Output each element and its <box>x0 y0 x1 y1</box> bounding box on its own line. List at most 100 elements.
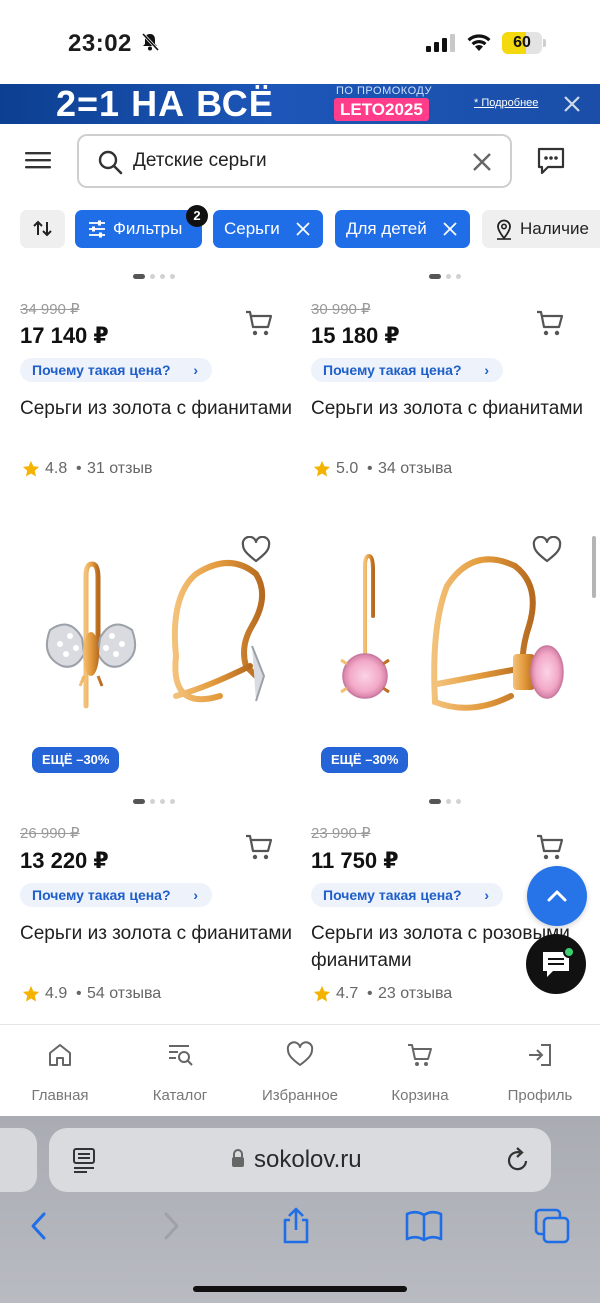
availability-button[interactable]: Наличие <box>482 210 600 248</box>
chip-earrings[interactable]: Серьги <box>213 210 323 248</box>
rating-separator: • <box>367 985 373 1002</box>
product-name[interactable]: Серьги из золота с фианитами <box>20 920 300 947</box>
chat-bubble-icon[interactable] <box>536 146 566 176</box>
reviews-count[interactable]: 34 отзыва <box>378 460 452 478</box>
search-input[interactable] <box>133 144 453 178</box>
online-indicator <box>563 946 575 958</box>
share-icon[interactable] <box>276 1206 316 1246</box>
rating-value: 4.7 <box>336 985 359 1002</box>
tabs-icon[interactable] <box>532 1206 572 1246</box>
support-chat-button[interactable] <box>526 934 586 994</box>
menu-icon[interactable] <box>24 148 52 172</box>
previous-tab[interactable] <box>0 1128 37 1192</box>
nav-label: Корзина <box>391 1087 449 1104</box>
remove-chip-icon[interactable] <box>442 221 458 237</box>
back-icon[interactable] <box>20 1206 60 1246</box>
why-price-button[interactable]: Почему такая цена? › <box>20 358 212 382</box>
scrollbar-thumb[interactable] <box>592 536 596 598</box>
rating-separator: • <box>367 460 373 477</box>
product-card[interactable]: 30 990 ₽ 15 180 ₽ Почему такая цена? › Се… <box>311 264 591 504</box>
forward-icon[interactable] <box>150 1206 190 1246</box>
sliders-icon <box>89 220 105 238</box>
discount-badge: ЕЩЁ –30% <box>32 747 120 773</box>
chip-label: Для детей <box>346 219 427 238</box>
signal-icon <box>426 34 455 52</box>
home-icon <box>49 1044 71 1066</box>
promo-subtitle: ПО ПРОМОКОДУ <box>336 85 432 97</box>
clear-search-icon[interactable] <box>469 149 495 175</box>
promo-code: LETO2025 <box>334 98 429 121</box>
add-to-cart-icon[interactable] <box>535 308 565 338</box>
add-to-cart-icon[interactable] <box>244 308 274 338</box>
filters-button[interactable]: Фильтры <box>75 210 202 248</box>
chevron-right-icon: › <box>484 362 489 378</box>
product-name[interactable]: Серьги из золота с фианитами <box>311 395 591 422</box>
old-price: 30 990 ₽ <box>311 301 371 318</box>
price: 15 180 ₽ <box>311 323 400 348</box>
nav-cart[interactable]: Корзина <box>360 1039 480 1105</box>
product-grid: 34 990 ₽ 17 140 ₽ Почему такая цена? › Се… <box>0 264 600 1026</box>
product-card[interactable]: 34 990 ₽ 17 140 ₽ Почему такая цена? › Се… <box>20 264 300 504</box>
filters-count-badge: 2 <box>186 205 208 227</box>
heart-icon[interactable] <box>532 536 562 564</box>
add-to-cart-icon[interactable] <box>244 832 274 862</box>
nav-favorites[interactable]: Избранное <box>240 1039 360 1105</box>
price: 17 140 ₽ <box>20 323 109 348</box>
why-price-button[interactable]: Почему такая цена? › <box>311 883 503 907</box>
location-pin-icon <box>497 219 511 240</box>
rating-value: 5.0 <box>336 460 359 477</box>
rating-value: 4.8 <box>45 460 68 477</box>
sort-arrows-icon <box>33 220 52 237</box>
star-icon <box>313 460 331 477</box>
why-price-label: Почему такая цена? <box>323 362 462 378</box>
nav-profile[interactable]: Профиль <box>480 1039 600 1105</box>
star-icon <box>22 460 40 477</box>
nav-catalog[interactable]: Каталог <box>120 1039 240 1105</box>
why-price-label: Почему такая цена? <box>32 887 171 903</box>
search-box[interactable] <box>77 134 512 188</box>
catalog-search-icon <box>169 1045 193 1066</box>
remove-chip-icon[interactable] <box>295 221 311 237</box>
chip-for-kids[interactable]: Для детей <box>335 210 470 248</box>
promo-title: 2=1 НА ВСЁ <box>56 84 274 124</box>
product-card[interactable]: ЕЩЁ –30% 26 990 ₽ 13 220 ₽ Почему такая … <box>20 526 300 1026</box>
why-price-button[interactable]: Почему такая цена? › <box>20 883 212 907</box>
chevron-up-icon <box>547 890 567 902</box>
reader-mode-icon[interactable] <box>71 1146 97 1174</box>
filters-label: Фильтры <box>113 219 183 238</box>
status-bar: 23:02 60 <box>0 0 600 84</box>
why-price-button[interactable]: Почему такая цена? › <box>311 358 503 382</box>
product-name[interactable]: Серьги из золота с фианитами <box>20 395 300 422</box>
sort-button[interactable] <box>20 210 65 248</box>
star-icon <box>313 985 331 1002</box>
promo-banner[interactable]: 2=1 НА ВСЁ ПО ПРОМОКОДУ LETO2025 * Подро… <box>0 84 600 124</box>
promo-more-link[interactable]: * Подробнее <box>474 97 538 109</box>
browser-toolbar: sokolov.ru <box>0 1116 600 1303</box>
nav-home[interactable]: Главная <box>0 1039 120 1105</box>
why-price-label: Почему такая цена? <box>32 362 171 378</box>
availability-label: Наличие <box>520 219 589 238</box>
reviews-count[interactable]: 23 отзыва <box>378 985 452 1003</box>
bookmarks-icon[interactable] <box>404 1206 444 1246</box>
star-icon <box>22 985 40 1002</box>
nav-label: Избранное <box>261 1087 339 1104</box>
scroll-to-top-button[interactable] <box>527 866 587 926</box>
rating-separator: • <box>76 460 82 477</box>
why-price-label: Почему такая цена? <box>323 887 462 903</box>
close-icon[interactable] <box>560 92 584 116</box>
chat-icon <box>543 952 569 977</box>
reload-icon[interactable] <box>505 1146 531 1174</box>
heart-icon[interactable] <box>241 536 271 564</box>
add-to-cart-icon[interactable] <box>535 832 565 862</box>
reviews-count[interactable]: 31 отзыв <box>87 460 152 478</box>
address-bar[interactable]: sokolov.ru <box>49 1128 551 1192</box>
chevron-right-icon: › <box>484 887 489 903</box>
reviews-count[interactable]: 54 отзыва <box>87 985 161 1003</box>
old-price: 26 990 ₽ <box>20 825 80 842</box>
bottom-navigation: Главная Каталог Избранное Корзина Профил… <box>0 1024 600 1116</box>
rating-separator: • <box>76 985 82 1002</box>
battery-indicator: 60 <box>502 32 546 54</box>
cart-icon <box>408 1044 432 1066</box>
image-pagination <box>133 274 183 280</box>
old-price: 23 990 ₽ <box>311 825 371 842</box>
